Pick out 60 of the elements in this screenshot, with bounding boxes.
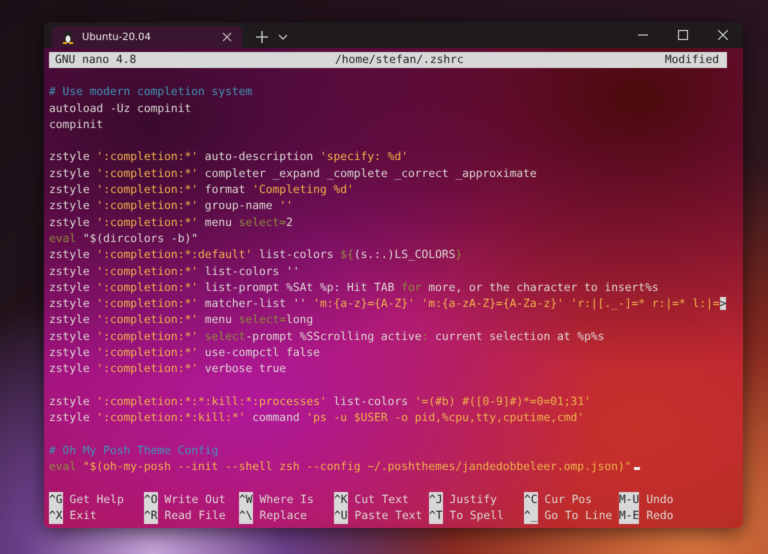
- code-line: eval "$(dircolors -b)": [49, 230, 200, 247]
- file-path: /home/stefan/.zshrc: [335, 52, 465, 68]
- code-line: zstyle ':completion:*' group-name '': [49, 198, 294, 214]
- close-tab-icon[interactable]: [222, 32, 232, 42]
- code-line: autoload -Uz compinit: [49, 100, 192, 117]
- shortcut-key: M-U: [619, 492, 640, 508]
- shortcut-key: ^G: [49, 492, 63, 508]
- new-tab-plus-icon[interactable]: [256, 31, 268, 43]
- dropdown-chevron-icon[interactable]: [278, 34, 288, 40]
- shortcut-label[interactable]: Go To Line: [544, 508, 612, 525]
- penguin-icon: [62, 30, 74, 44]
- terminal-tab[interactable]: Ubuntu-20.04: [52, 26, 242, 48]
- code-line: zstyle ':completion:*' matcher-list '' 'm:{a-z}={A-Z}' 'm:{a-zA-Z}={A-Za-z}' 'r:|[._-]=* r:|=* l:|=>: [49, 296, 728, 312]
- code-line: zstyle ':completion:*' menu select=long: [49, 312, 314, 328]
- maximize-icon[interactable]: [678, 30, 688, 40]
- editor-version: GNU nano 4.8: [55, 52, 138, 68]
- code-line: zstyle ':completion:*' auto-description 'specify: %d': [49, 149, 410, 166]
- shortcut-key: ^R: [144, 508, 158, 524]
- shortcut-key: M-E: [619, 508, 640, 524]
- modified-status: Modified: [664, 52, 719, 68]
- shortcut-key: ^U: [334, 508, 348, 524]
- code-line: zstyle ':completion:*' verbose true: [49, 361, 288, 378]
- shortcut-key: ^T: [429, 508, 443, 524]
- shortcut-label[interactable]: Replace: [260, 508, 307, 525]
- code-line: zstyle ':completion:*' list-colors '': [49, 264, 301, 280]
- code-line: zstyle ':completion:*:*:kill:*:processes' list-colors '=(#b) #([0-9]#)*=0=01;31': [49, 394, 592, 410]
- code-line: zstyle ':completion:*' completer _expand _complete _correct _approximate: [49, 166, 538, 182]
- code-line: compinit: [49, 116, 104, 133]
- shortcut-key: ^W: [239, 492, 253, 508]
- shortcut-key: ^\: [239, 508, 253, 524]
- shortcut-key: ^O: [144, 492, 158, 508]
- shortcut-label[interactable]: Read File: [164, 508, 226, 525]
- code-line: # Oh My Posh Theme Config: [49, 442, 220, 459]
- shortcut-key: ^_: [524, 508, 538, 524]
- shortcut-label[interactable]: Justify: [450, 492, 497, 508]
- close-icon[interactable]: [718, 30, 728, 40]
- shortcut-label[interactable]: To Spell: [450, 508, 504, 525]
- shortcut-label[interactable]: Cut Text: [354, 492, 409, 508]
- tab-title: Ubuntu-20.04: [82, 32, 152, 42]
- shortcut-label[interactable]: Paste Text: [354, 508, 422, 525]
- code-line: zstyle ':completion:*' menu select=2: [49, 214, 294, 231]
- shortcut-label[interactable]: Exit: [70, 508, 97, 525]
- shortcut-label[interactable]: Redo: [646, 508, 674, 525]
- shortcut-label[interactable]: Write Out: [164, 492, 226, 508]
- shortcut-key: ^X: [49, 508, 63, 524]
- shortcut-key: ^C: [524, 492, 538, 508]
- code-line: eval "$(oh-my-posh --init --shell zsh --config ~/.poshthemes/jandedobbeleer.omp.json)": [49, 459, 737, 476]
- shortcut-label[interactable]: Cur Pos: [544, 492, 592, 508]
- shortcut-label[interactable]: Where Is: [260, 492, 314, 508]
- code-line: zstyle ':completion:*' use-compctl false: [49, 345, 321, 362]
- shortcut-label[interactable]: Get Help: [70, 492, 124, 508]
- code-line: zstyle ':completion:*:kill:*' command 'ps -u $USER -o pid,%cpu,tty,cputime,cmd': [49, 410, 586, 426]
- code-line: zstyle ':completion:*' list-prompt %SAt %p: Hit TAB for more, or the character to insert%s: [49, 280, 660, 296]
- code-line: # Use modern completion system: [49, 84, 254, 100]
- shortcut-key: ^J: [429, 492, 443, 508]
- code-line: zstyle ':completion:*' select-prompt %SScrolling active: current selection at %p%s: [49, 328, 606, 345]
- code-line: zstyle ':completion:*:default' list-colors ${(s.:.)LS_COLORS}: [49, 247, 464, 264]
- shortcut-label[interactable]: Undo: [646, 492, 674, 508]
- code-line: zstyle ':completion:*' format 'Completing %d': [49, 182, 355, 198]
- shortcut-key: ^K: [334, 492, 348, 508]
